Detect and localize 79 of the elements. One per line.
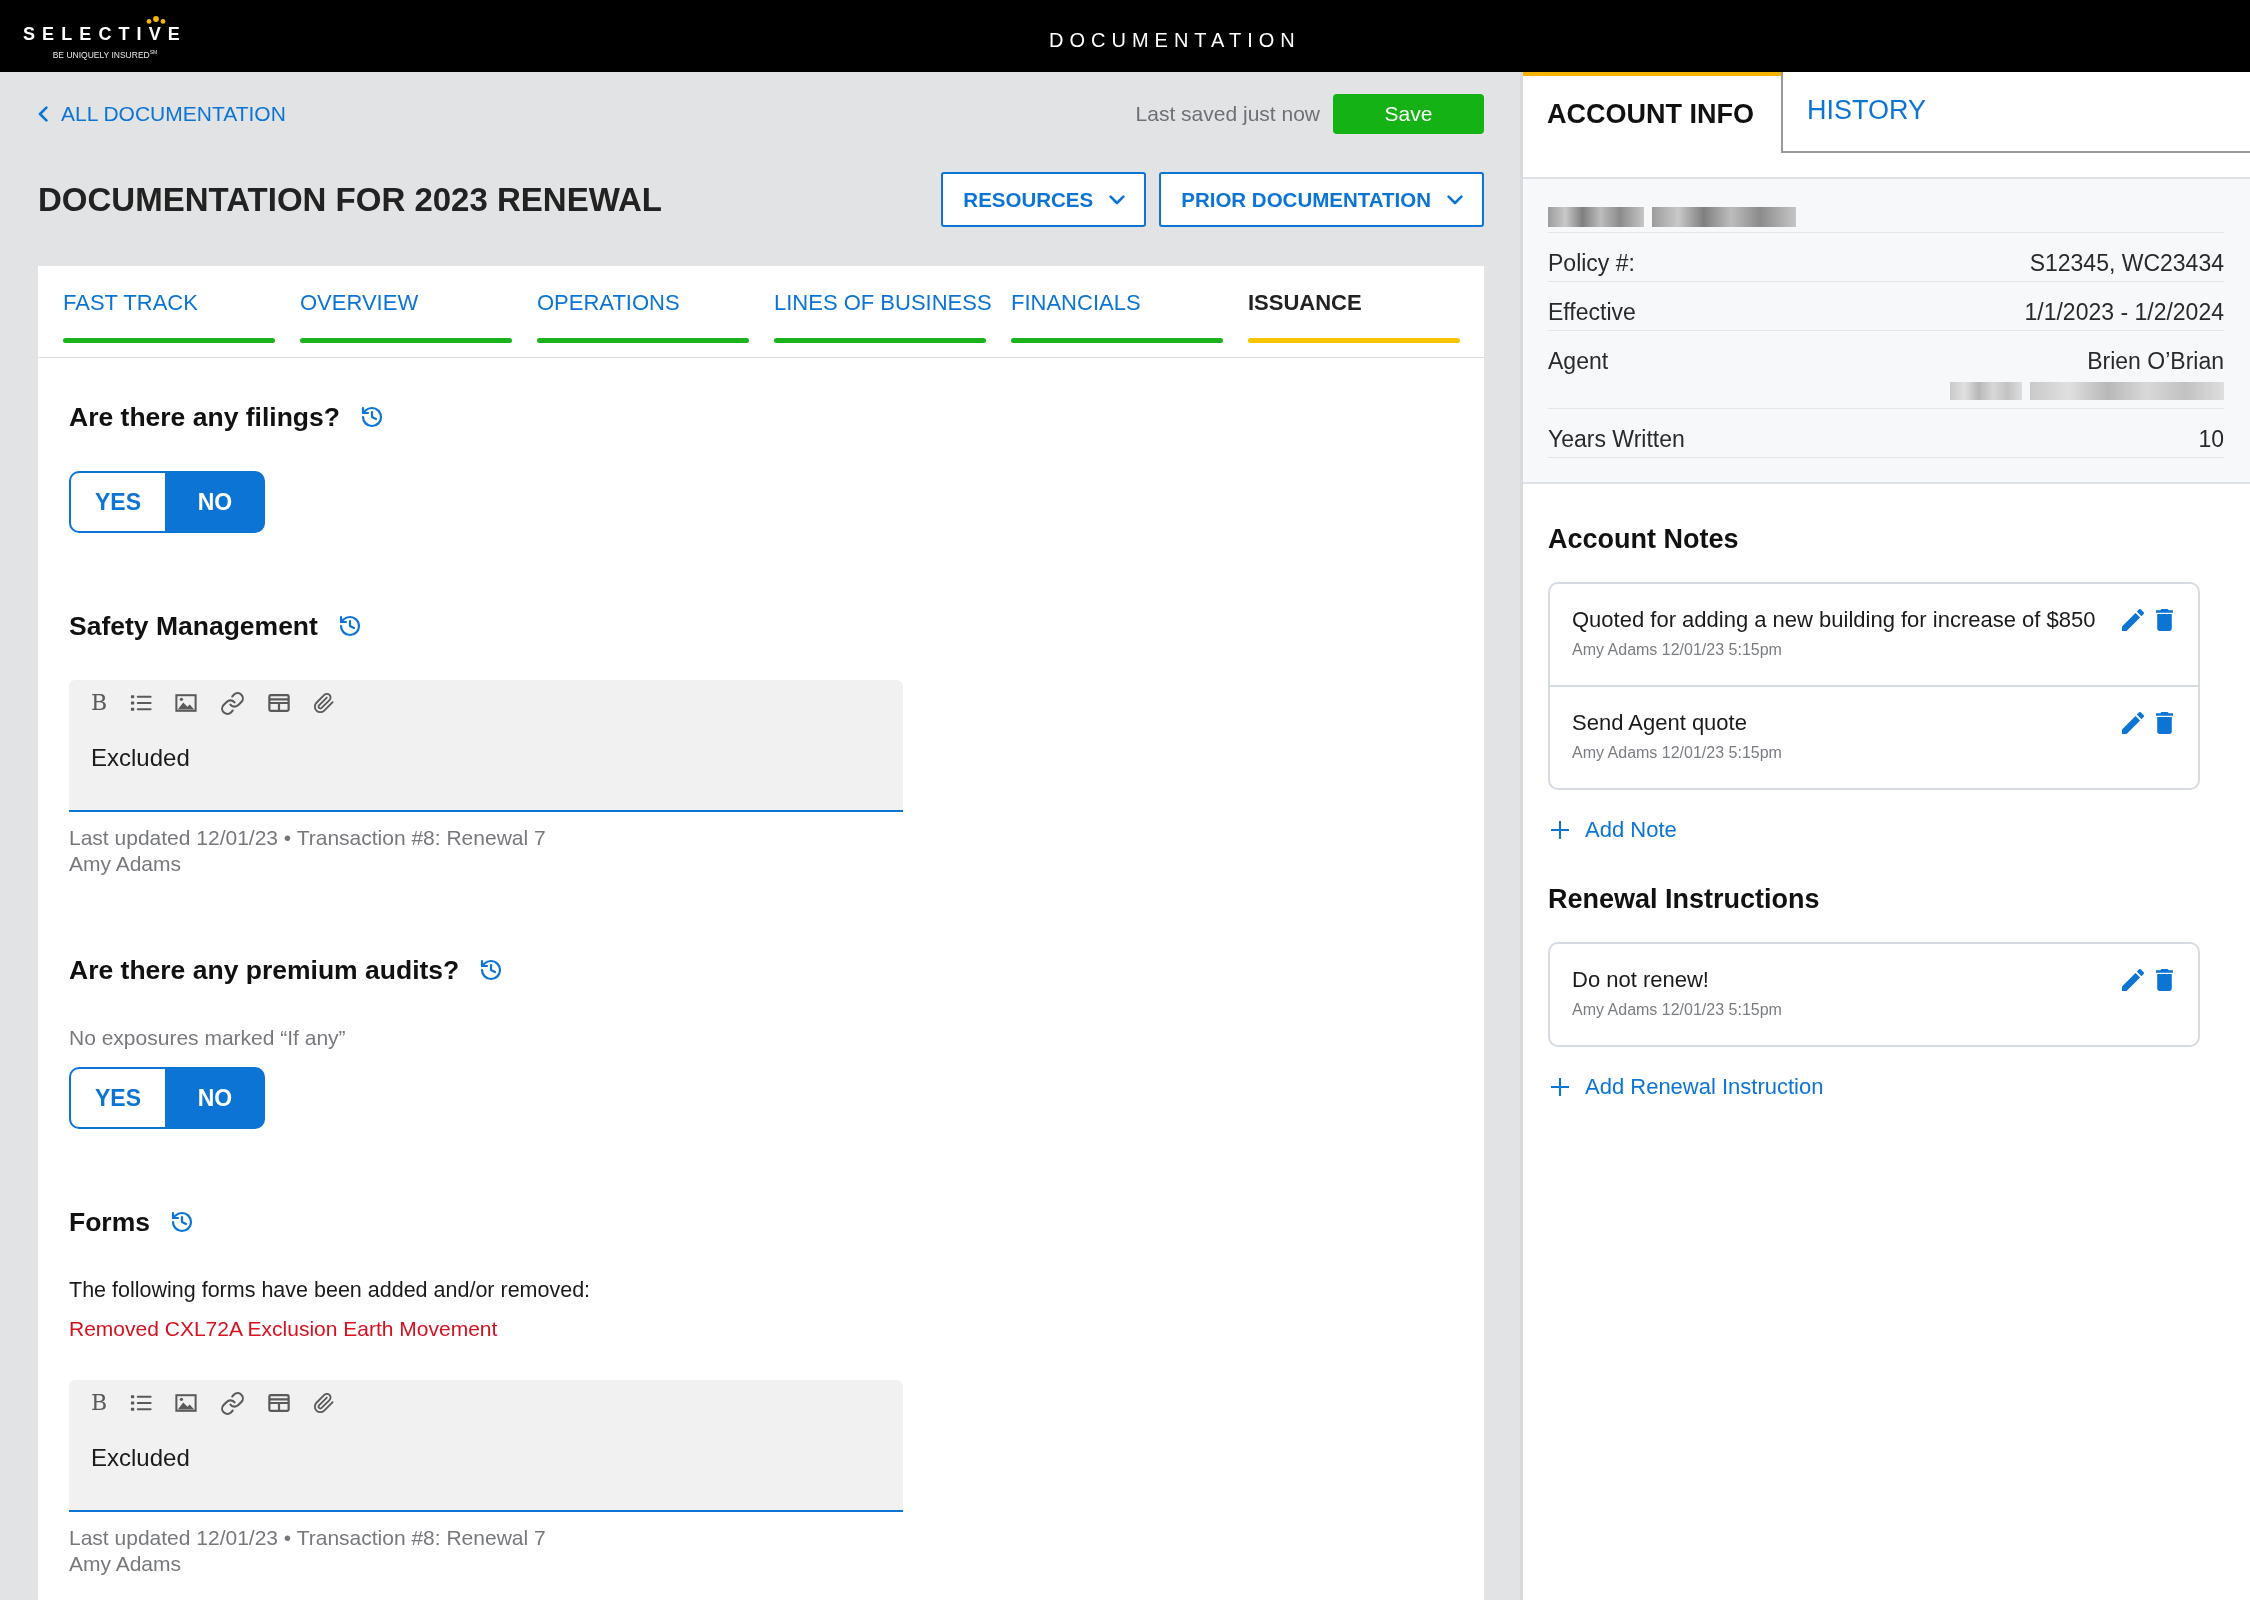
dots-icon [146,16,166,24]
table-icon[interactable] [268,1392,290,1414]
bold-button[interactable]: B [91,1391,107,1415]
field-value: 10 [2198,426,2224,452]
panel-tab[interactable]: HISTORY [1781,72,2250,153]
update-info: Last updated 12/01/23 • Transaction #8: Renewal 7 [69,1525,546,1551]
trash-icon[interactable] [2156,609,2173,631]
note-text: Do not renew! [1572,966,1709,994]
bold-button[interactable]: B [91,691,107,715]
link-icon[interactable] [220,1390,245,1416]
update-info: Last updated 12/01/23 • Transaction #8: Renewal 7 [69,825,546,851]
history-icon[interactable] [479,958,504,982]
image-icon[interactable] [175,1392,197,1414]
forms-intro-text: The following forms have been added and/or removed: [69,1277,591,1304]
form-change-text: Removed CXL72A Exclusion Earth Movement [69,1316,498,1342]
step-tab[interactable]: OPERATIONS [537,266,774,343]
image-icon[interactable] [175,692,197,714]
step-tab[interactable]: ISSUANCE [1248,266,1485,343]
back-link[interactable]: ALL DOCUMENTATION [38,102,286,126]
toggle-option[interactable]: NO [167,471,265,533]
field-value: 1/1/2023 - 1/2/2024 [2024,299,2224,325]
hint-text: No exposures marked “If any” [69,1025,346,1051]
section-title: Safety Management [69,610,318,642]
dropdown-button[interactable]: PRIOR DOCUMENTATION [1159,172,1484,227]
list-icon[interactable] [130,1392,152,1414]
text-editor[interactable]: B Excluded [69,680,903,812]
history-icon[interactable] [337,614,362,638]
field-label: Years Written [1548,426,1685,452]
add-link[interactable]: Add Renewal Instruction [1550,1073,1824,1101]
section-title: Are there any premium audits? [69,954,460,986]
section-title: Forms [69,1206,150,1238]
pencil-icon[interactable] [2122,969,2144,991]
section-title: Account Notes [1548,523,1739,556]
paperclip-icon[interactable] [313,692,335,714]
logo-wordmark: SELECTIVE [23,24,187,44]
step-tab[interactable]: OVERVIEW [300,266,537,343]
plus-icon [1550,820,1570,840]
chevron-down-icon [1447,194,1463,205]
app-title: DOCUMENTATION [1049,28,1302,52]
text-editor[interactable]: B Excluded [69,1380,903,1512]
table-icon[interactable] [268,692,290,714]
toggle-option[interactable]: YES [69,471,167,533]
note-meta: Amy Adams 12/01/23 5:15pm [1572,640,1782,660]
field-label: Agent [1548,348,1609,374]
chevron-left-icon [38,106,48,122]
pencil-icon[interactable] [2122,712,2144,734]
link-icon[interactable] [220,690,245,716]
step-tab[interactable]: LINES OF BUSINESS [774,266,1011,343]
field-value: Brien O’Brian [2087,348,2224,374]
note-meta: Amy Adams 12/01/23 5:15pm [1572,743,1782,763]
plus-icon [1550,1077,1570,1097]
paperclip-icon[interactable] [313,1392,335,1414]
trash-icon[interactable] [2156,969,2173,991]
step-tab[interactable]: FAST TRACK [63,266,300,343]
note-meta: Amy Adams 12/01/23 5:15pm [1572,1000,1782,1020]
save-status: Last saved just now [1135,102,1320,126]
section-title: Are there any filings? [69,401,340,433]
dropdown-button[interactable]: RESOURCES [941,172,1147,227]
step-tab[interactable]: FINANCIALS [1011,266,1248,343]
history-icon[interactable] [170,1210,194,1234]
note-text: Quoted for adding a new building for increase of $850 [1572,606,2096,634]
pencil-icon[interactable] [2122,609,2144,631]
add-link[interactable]: Add Note [1550,816,1677,844]
update-info: Amy Adams [69,851,182,877]
trash-icon[interactable] [2156,712,2173,734]
toggle-option[interactable]: NO [167,1067,265,1129]
list-icon[interactable] [130,692,152,714]
section-title: Renewal Instructions [1548,883,1820,916]
toggle-option[interactable]: YES [69,1067,167,1129]
field-label: Policy #: [1548,250,1635,276]
field-value: S12345, WC23434 [2029,250,2224,276]
chevron-down-icon [1109,194,1126,205]
update-info: Amy Adams [69,1551,182,1577]
logo-tagline: BE UNIQUELY INSURED$^{SM}$ [52,48,158,61]
history-icon[interactable] [359,405,384,429]
save-button[interactable]: Save [1333,94,1484,134]
field-label: Effective [1548,299,1636,325]
note-text: Send Agent quote [1572,709,1747,737]
page-title: DOCUMENTATION FOR 2023 RENEWAL [38,180,662,219]
